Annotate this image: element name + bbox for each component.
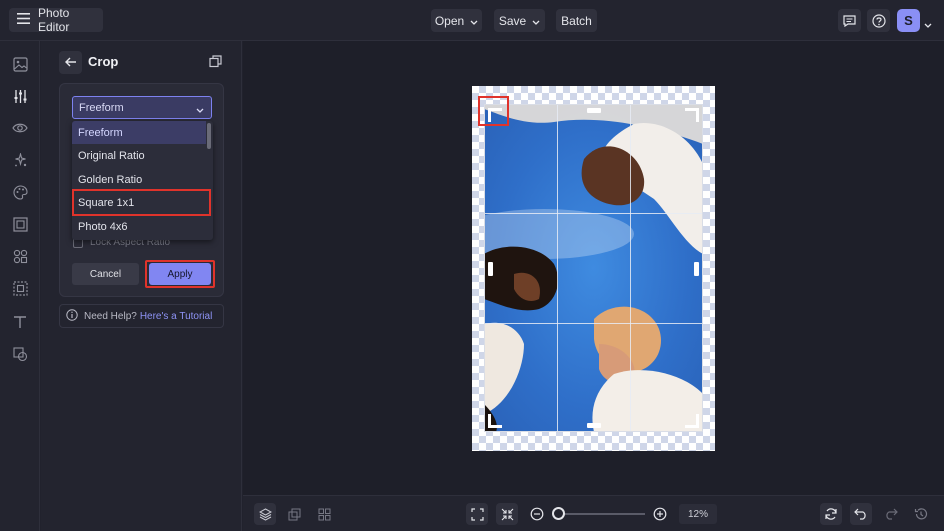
zoom-in-icon[interactable] [649,503,671,525]
bottom-bar: 12% [243,495,944,531]
image-icon[interactable] [11,55,29,73]
chevron-down-icon[interactable] [924,15,932,33]
cancel-button[interactable]: Cancel [72,263,139,285]
palette-icon[interactable] [11,183,29,201]
sliders-icon[interactable] [11,87,29,105]
redo-icon[interactable] [880,503,902,525]
back-button[interactable] [59,51,82,74]
chevron-down-icon [470,14,478,28]
crop-handle-top[interactable] [587,108,601,113]
crop-ratio-select[interactable]: Freeform [72,96,212,119]
grid-line [630,105,631,431]
grid-line [485,323,702,324]
help-icon[interactable] [867,9,890,32]
eye-icon[interactable] [11,119,29,137]
avatar[interactable]: S [897,9,920,32]
help-text: Need Help? [84,310,137,322]
left-nav [0,41,40,531]
corner-handle-highlight [478,96,509,126]
crop-ratio-dropdown: Freeform Original Ratio Golden Ratio Squ… [72,121,213,240]
comment-icon[interactable] [838,9,861,32]
square-option-highlight [72,189,211,216]
zoom-value[interactable]: 12% [679,504,717,524]
effects-icon[interactable] [11,151,29,169]
save-label: Save [498,13,527,28]
crop-handle-bottom[interactable] [587,423,601,428]
zoom-out-icon[interactable] [526,503,548,525]
text-icon[interactable] [11,313,29,331]
chevron-down-icon [532,14,540,28]
crop-handle-bottom-right[interactable] [685,414,699,428]
fit-screen-icon[interactable] [466,503,488,525]
shrink-icon[interactable] [496,503,518,525]
texture-icon[interactable] [11,279,29,297]
history-icon[interactable] [910,503,932,525]
crop-panel: Crop Freeform Lock Aspect Ratio Freeform… [41,41,242,531]
grid-line [557,105,558,431]
crop-frame[interactable] [484,104,703,432]
top-bar: Photo Editor Open Save Batch S [0,0,944,41]
dropdown-option-original-ratio[interactable]: Original Ratio [72,144,206,167]
apply-button[interactable]: Apply [149,263,211,285]
crop-options-card: Freeform Lock Aspect Ratio Freeform Orig… [59,83,224,297]
undo-icon[interactable] [850,503,872,525]
arrow-left-icon [64,54,77,72]
panel-title: Crop [88,54,119,69]
dropdown-scrollbar[interactable] [207,123,211,149]
hamburger-icon [17,13,30,27]
dropdown-option-golden-ratio[interactable]: Golden Ratio [72,168,206,191]
copy-icon[interactable] [209,55,222,73]
crop-handle-left[interactable] [488,262,493,276]
chevron-down-icon [196,104,204,116]
open-label: Open [434,13,465,28]
dropdown-option-freeform[interactable]: Freeform [72,121,206,144]
grid-line [485,213,702,214]
crop-handle-top-right[interactable] [685,108,699,122]
zoom-slider-track[interactable] [557,513,645,515]
frame-icon[interactable] [11,215,29,233]
dropdown-option-photo-4x6[interactable]: Photo 4x6 [72,215,206,238]
shapes-icon[interactable] [11,247,29,265]
grid-icon[interactable] [313,503,335,525]
crop-handle-right[interactable] [694,262,699,276]
duplicate-icon[interactable] [283,503,305,525]
app-title: Photo Editor [38,6,70,34]
batch-label: Batch [561,13,592,28]
overlay-icon[interactable] [11,345,29,363]
crop-ratio-value: Freeform [79,101,124,114]
help-row: Need Help? Here's a Tutorial [59,304,224,328]
layers-icon[interactable] [254,503,276,525]
info-icon [66,308,78,324]
tutorial-link[interactable]: Here's a Tutorial [140,311,213,322]
app-menu-button[interactable]: Photo Editor [9,6,103,34]
open-button[interactable]: Open [431,9,482,32]
save-button[interactable]: Save [494,9,545,32]
refresh-icon[interactable] [820,503,842,525]
zoom-slider-handle[interactable] [552,507,565,520]
batch-button[interactable]: Batch [556,9,597,32]
crop-handle-bottom-left[interactable] [488,414,502,428]
